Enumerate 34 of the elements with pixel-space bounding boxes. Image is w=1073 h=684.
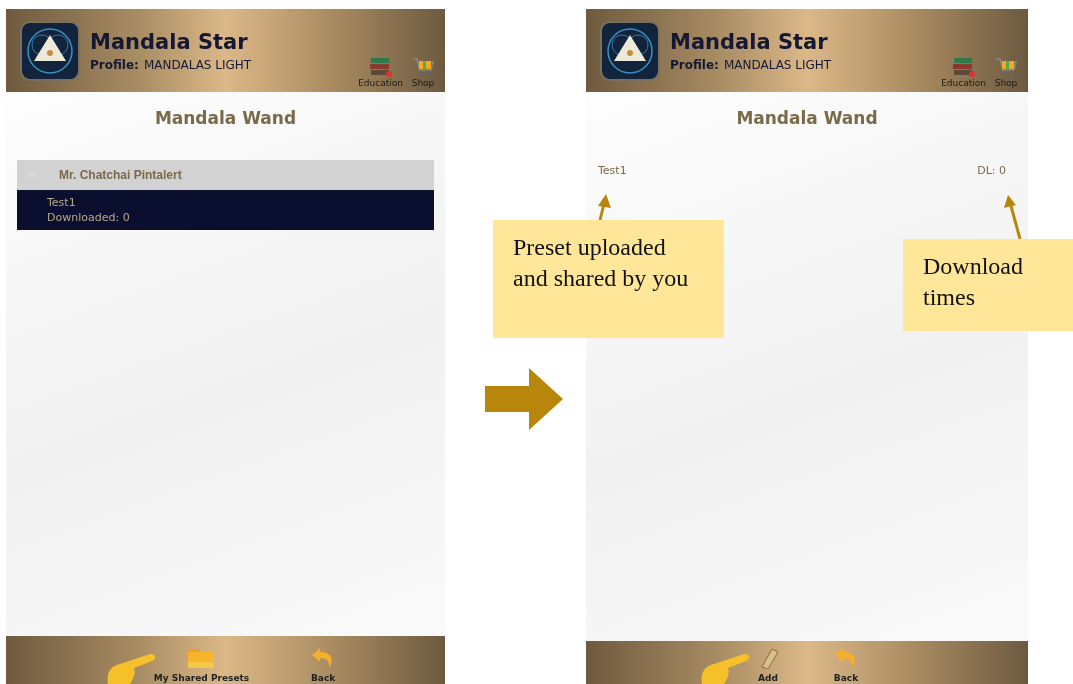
page-title: Mandala Wand [735,108,879,128]
education-button[interactable]: Education [358,56,403,88]
profile-name: MANDALAS LIGHT [723,57,832,72]
app-title: Mandala Star [90,29,249,54]
books-icon [951,56,976,78]
back-button[interactable]: Back [309,647,338,684]
preset-name: Test1 [47,196,77,209]
download-count: DL: 0 [977,164,1006,177]
app-title: Mandala Star [670,29,829,54]
add-button[interactable]: Add [754,647,782,684]
callout-note: Download times [903,239,1073,331]
education-button[interactable]: Education [941,56,986,88]
download-count: Downloaded: 0 [47,211,131,224]
books-icon [368,56,393,78]
preset-name[interactable]: Test1 [598,164,627,177]
shop-button[interactable]: Shop [411,56,435,88]
preset-item[interactable]: Test1 Downloaded: 0 [17,190,434,230]
group-header[interactable]: Mr. Chatchai Pintalert [17,160,434,190]
cart-icon [994,56,1018,78]
logo-icon [20,20,80,81]
logo-icon [600,20,660,81]
callout-note: Preset uploaded and shared by you [493,220,724,338]
back-button[interactable]: Back [832,647,860,684]
folder-icon [187,647,216,669]
page-title: Mandala Wand [153,108,298,128]
leader-arrow [1004,195,1022,240]
leader-arrow [598,194,611,221]
profile-label: Profile: [90,57,139,72]
shop-button[interactable]: Shop [994,56,1018,88]
shared-presets-button[interactable]: My Shared Presets [153,647,250,684]
profile-name: MANDALAS LIGHT [143,57,252,72]
cart-icon [411,56,435,78]
profile-label: Profile: [670,57,719,72]
right-arrow-icon [485,368,563,430]
